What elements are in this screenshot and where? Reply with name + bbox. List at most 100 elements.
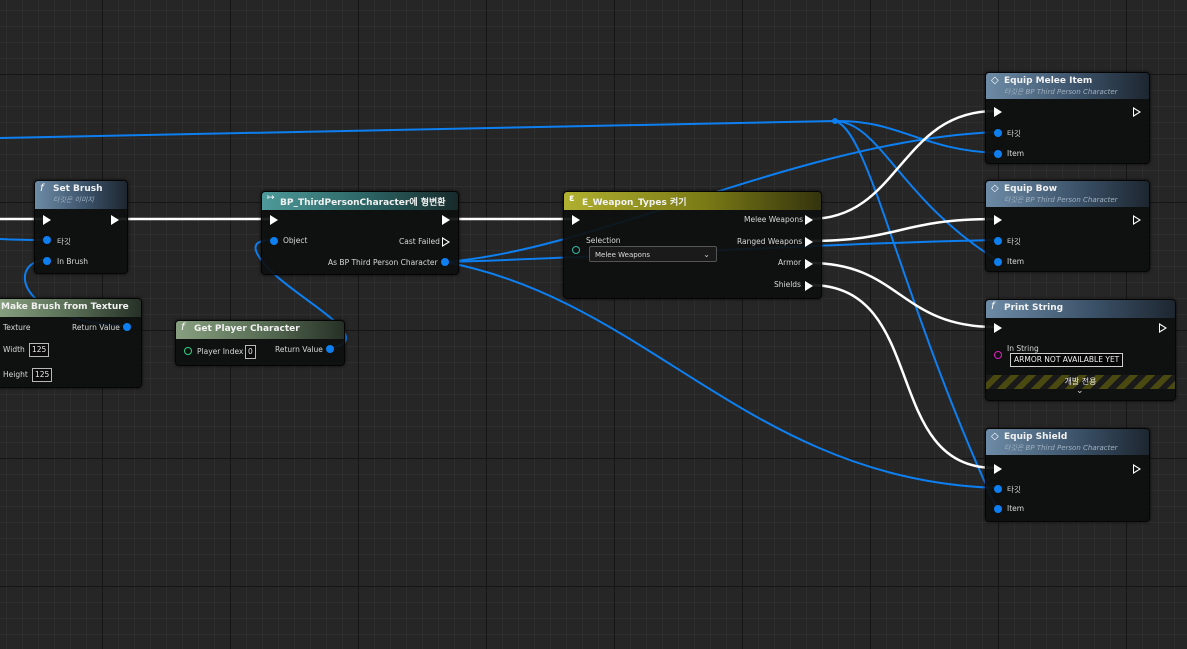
pin-label: 타깃 <box>1007 129 1021 138</box>
node-title: Get Player Character <box>194 324 300 334</box>
equip-bow-node[interactable]: ◇ Equip Bow 타깃은 BP Third Person Characte… <box>985 180 1150 272</box>
equip-bow-header[interactable]: ◇ Equip Bow 타깃은 BP Third Person Characte… <box>986 181 1149 207</box>
pin-label: Armor <box>778 258 802 267</box>
object-pin[interactable] <box>270 237 278 245</box>
pin-label: In String <box>1007 344 1039 353</box>
selection-value: Melee Weapons <box>595 251 651 259</box>
pin-label: 타깃 <box>1007 485 1021 494</box>
chevron-down-icon[interactable]: ⌄ <box>1076 386 1084 396</box>
exec-in-pin[interactable] <box>994 323 1002 333</box>
pin-label: Ranged Weapons <box>737 237 803 246</box>
item-pin[interactable] <box>994 505 1002 513</box>
set-brush-node[interactable]: f Set Brush 타깃은 이미지 타깃 In Brush <box>34 180 128 274</box>
equip-shield-node[interactable]: ◇ Equip Shield 타깃은 BP Third Person Chara… <box>985 428 1150 522</box>
pin-label: 타깃 <box>57 237 71 246</box>
pin-label: Selection <box>586 236 621 245</box>
selection-pin[interactable] <box>572 246 580 254</box>
pin-label: 타깃 <box>1007 237 1021 246</box>
exec-out-pin[interactable] <box>1133 107 1141 117</box>
switch-on-enum-node[interactable]: ɛ E_Weapon_Types 켜기 Melee Weapons Select… <box>563 191 822 299</box>
print-string-header[interactable]: f Print String <box>986 300 1175 318</box>
pin-label: Cast Failed <box>399 237 440 246</box>
make-brush-header[interactable]: Make Brush from Texture <box>0 299 141 317</box>
exec-in-pin[interactable] <box>994 107 1002 117</box>
width-input[interactable]: 125 <box>29 343 50 357</box>
exec-out-pin[interactable] <box>1159 323 1167 333</box>
melee-exec-pin[interactable] <box>805 215 813 225</box>
in-brush-pin[interactable] <box>43 257 51 265</box>
pin-label: Return Value <box>72 323 120 332</box>
node-subtitle: 타깃은 BP Third Person Character <box>1004 196 1118 204</box>
return-value-pin[interactable] <box>123 323 131 331</box>
exec-out-pin[interactable] <box>1133 464 1141 474</box>
node-title: Make Brush from Texture <box>1 302 129 312</box>
exec-in-pin[interactable] <box>43 215 51 225</box>
pin-label: Object <box>283 236 308 245</box>
node-subtitle: 타깃은 BP Third Person Character <box>1004 444 1118 452</box>
cast-failed-pin[interactable] <box>442 237 450 247</box>
event-diamond-icon: ◇ <box>991 431 999 442</box>
node-title: Equip Bow <box>1004 184 1058 194</box>
cast-node[interactable]: ↦ BP_ThirdPersonCharacter에 형변환 Object Ca… <box>261 191 459 275</box>
exec-in-pin[interactable] <box>994 464 1002 474</box>
target-pin[interactable] <box>43 236 51 244</box>
node-title: Print String <box>1004 303 1064 313</box>
event-diamond-icon: ◇ <box>991 75 999 86</box>
equip-shield-header[interactable]: ◇ Equip Shield 타깃은 BP Third Person Chara… <box>986 429 1149 455</box>
pin-label: Width <box>3 345 25 354</box>
pin-label: As BP Third Person Character <box>328 258 438 267</box>
in-string-pin[interactable] <box>994 351 1002 359</box>
exec-in-pin[interactable] <box>572 215 580 225</box>
item-pin[interactable] <box>994 150 1002 158</box>
function-icon: f <box>181 322 185 333</box>
switch-header[interactable]: ɛ E_Weapon_Types 켜기 <box>564 192 821 210</box>
chevron-down-icon: ⌄ <box>703 250 710 259</box>
cast-header[interactable]: ↦ BP_ThirdPersonCharacter에 형변환 <box>262 192 458 210</box>
selection-dropdown[interactable]: Melee Weapons ⌄ <box>589 246 717 262</box>
height-input[interactable]: 125 <box>32 368 53 382</box>
as-bp-pin[interactable] <box>441 258 449 266</box>
cast-arrow-icon: ↦ <box>267 193 275 203</box>
exec-in-pin[interactable] <box>994 215 1002 225</box>
exec-out-pin[interactable] <box>111 215 119 225</box>
pin-label: Height <box>3 370 28 379</box>
get-player-header[interactable]: f Get Player Character <box>176 321 344 339</box>
pin-label: Texture <box>3 323 31 332</box>
node-title: BP_ThirdPersonCharacter에 형변환 <box>280 198 446 208</box>
print-string-node[interactable]: f Print String In String ARMOR NOT AVAIL… <box>985 299 1176 401</box>
exec-out-pin[interactable] <box>1133 215 1141 225</box>
wire-object-top <box>0 119 998 154</box>
pin-label: Return Value <box>275 345 323 354</box>
function-icon: f <box>40 183 44 194</box>
target-pin[interactable] <box>994 129 1002 137</box>
player-index-input[interactable]: 0 <box>245 345 256 359</box>
pin-label: Item <box>1007 257 1025 266</box>
item-pin[interactable] <box>994 258 1002 266</box>
node-title: Equip Shield <box>1004 432 1068 442</box>
node-title: E_Weapon_Types 켜기 <box>582 198 687 208</box>
return-value-pin[interactable] <box>326 345 334 353</box>
set-brush-header[interactable]: f Set Brush 타깃은 이미지 <box>35 181 127 209</box>
target-pin[interactable] <box>994 485 1002 493</box>
ranged-exec-pin[interactable] <box>805 237 813 247</box>
armor-exec-pin[interactable] <box>805 259 813 269</box>
player-index-pin[interactable] <box>184 347 192 355</box>
in-string-input[interactable]: ARMOR NOT AVAILABLE YET <box>1010 353 1124 367</box>
pin-label: Melee Weapons <box>744 215 803 224</box>
shields-exec-pin[interactable] <box>805 281 813 291</box>
pin-label: Shields <box>774 280 801 289</box>
target-pin[interactable] <box>994 237 1002 245</box>
equip-melee-item-node[interactable]: ◇ Equip Melee Item 타깃은 BP Third Person C… <box>985 72 1150 164</box>
equip-melee-header[interactable]: ◇ Equip Melee Item 타깃은 BP Third Person C… <box>986 73 1149 99</box>
node-title: Equip Melee Item <box>1004 76 1093 86</box>
exec-out-pin[interactable] <box>442 215 450 225</box>
make-brush-node[interactable]: Make Brush from Texture Texture Return V… <box>0 298 142 388</box>
node-subtitle: 타깃은 이미지 <box>53 196 94 204</box>
function-icon: f <box>991 301 995 312</box>
pin-label: Player Index <box>197 347 244 356</box>
pin-label: In Brush <box>57 257 88 266</box>
node-title: Set Brush <box>53 184 103 194</box>
exec-in-pin[interactable] <box>270 215 278 225</box>
event-diamond-icon: ◇ <box>991 183 999 194</box>
get-player-character-node[interactable]: f Get Player Character Player Index 0 Re… <box>175 320 345 366</box>
